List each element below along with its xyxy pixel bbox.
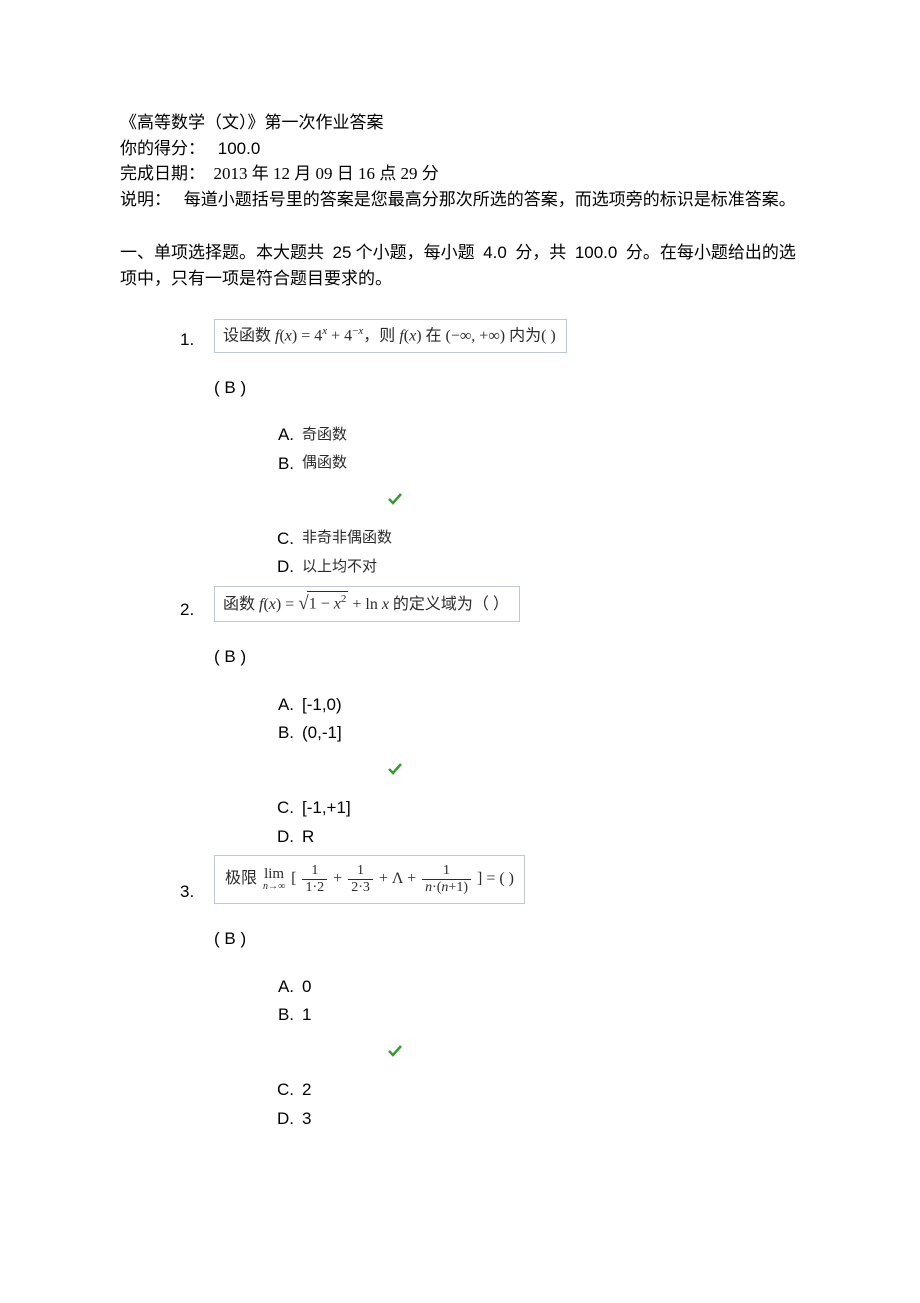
option-b: B. 1 <box>266 1002 800 1028</box>
option-d: D. R <box>266 824 800 850</box>
correct-marker <box>388 758 800 784</box>
completion-line: 完成日期： 2013 年 12 月 09 日 16 点 29 分 <box>120 161 800 187</box>
note-label: 说明： <box>120 190 171 209</box>
option-letter: D. <box>266 554 294 580</box>
option-d: D. 3 <box>266 1106 800 1132</box>
score-line: 你的得分： 100.0 <box>120 136 800 162</box>
question-2: 2. 函数 f(x) = √1 − x2 + ln x 的定义域为（ ） ( B… <box>180 586 800 850</box>
score-value: 100.0 <box>218 139 261 158</box>
doc-title: 《高等数学（文）》第一次作业答案 <box>120 110 800 136</box>
option-letter: A. <box>266 422 294 448</box>
option-text: 1 <box>302 1002 311 1028</box>
option-letter: D. <box>266 824 294 850</box>
option-text: R <box>302 824 314 850</box>
option-text: 0 <box>302 974 311 1000</box>
question-3: 3. 极限 limn→∞ [ 11·2 + 12·3 + Λ + 1n·(n+1… <box>180 855 800 1131</box>
question-stem-image: 函数 f(x) = √1 − x2 + ln x 的定义域为（ ） <box>214 586 520 623</box>
options-list: A. 0 B. 1 C. 2 D. 3 <box>266 974 800 1132</box>
option-text: (0,-1] <box>302 720 342 746</box>
option-text: [-1,+1] <box>302 795 351 821</box>
correct-marker <box>388 488 800 514</box>
correct-marker <box>388 1040 800 1066</box>
option-c: C. 2 <box>266 1077 800 1103</box>
stem-suffix: 的定义域为（ ） <box>389 596 509 613</box>
option-letter: C. <box>266 526 294 552</box>
options-list: A. [-1,0) B. (0,-1] C. [-1,+1] D. R <box>266 692 800 850</box>
page: 《高等数学（文）》第一次作业答案 你的得分： 100.0 完成日期： 2013 … <box>0 0 920 1303</box>
option-b: B. (0,-1] <box>266 720 800 746</box>
option-letter: B. <box>266 451 294 477</box>
option-letter: A. <box>266 692 294 718</box>
option-c: C. [-1,+1] <box>266 795 800 821</box>
option-letter: B. <box>266 720 294 746</box>
section-points-each: 4.0 <box>483 243 507 262</box>
section-text-c: 分，共 <box>515 243 566 262</box>
section-text-a: 一、单项选择题。本大题共 <box>120 243 324 262</box>
section-text-b: 个小题，每小题 <box>356 243 475 262</box>
option-text: 奇函数 <box>302 424 347 447</box>
section-heading: 一、单项选择题。本大题共 25 个小题，每小题 4.0 分，共 100.0 分。… <box>120 240 800 291</box>
option-text: 2 <box>302 1077 311 1103</box>
selected-answer: ( B ) <box>214 644 800 670</box>
question-number: 3. <box>180 879 214 905</box>
question-number: 1. <box>180 327 214 353</box>
option-text: [-1,0) <box>302 692 342 718</box>
question-1: 1. 设函数 f(x) = 4x + 4−x，则 f(x) 在 (−∞, +∞)… <box>180 319 800 580</box>
check-icon <box>388 1044 402 1058</box>
option-letter: C. <box>266 795 294 821</box>
note-text: 每道小题括号里的答案是您最高分那次所选的答案，而选项旁的标识是标准答案。 <box>184 190 796 209</box>
option-d: D. 以上均不对 <box>266 554 800 580</box>
question-number: 2. <box>180 597 214 623</box>
option-a: A. 0 <box>266 974 800 1000</box>
option-text: 非奇非偶函数 <box>302 527 392 550</box>
option-letter: D. <box>266 1106 294 1132</box>
completion-value: 2013 年 12 月 09 日 16 点 29 分 <box>214 164 439 183</box>
option-b: B. 偶函数 <box>266 451 800 477</box>
stem-suffix: = ( ) <box>482 870 514 887</box>
check-icon <box>388 492 402 506</box>
selected-answer: ( B ) <box>214 375 800 401</box>
option-letter: C. <box>266 1077 294 1103</box>
check-icon <box>388 762 402 776</box>
option-c: C. 非奇非偶函数 <box>266 526 800 552</box>
stem-prefix: 极限 <box>225 870 261 887</box>
stem-prefix: 设函数 <box>223 327 275 344</box>
section-count: 25 <box>333 243 352 262</box>
question-stem-image: 极限 limn→∞ [ 11·2 + 12·3 + Λ + 1n·(n+1) ]… <box>214 855 525 904</box>
completion-label: 完成日期： <box>120 164 205 183</box>
score-label: 你的得分： <box>120 139 205 158</box>
question-stem-image: 设函数 f(x) = 4x + 4−x，则 f(x) 在 (−∞, +∞) 内为… <box>214 319 567 353</box>
option-text: 偶函数 <box>302 452 347 475</box>
option-text: 以上均不对 <box>302 556 377 579</box>
selected-answer: ( B ) <box>214 926 800 952</box>
option-text: 3 <box>302 1106 311 1132</box>
option-a: A. [-1,0) <box>266 692 800 718</box>
stem-prefix: 函数 <box>223 596 259 613</box>
option-letter: B. <box>266 1002 294 1028</box>
option-a: A. 奇函数 <box>266 422 800 448</box>
note-line: 说明： 每道小题括号里的答案是您最高分那次所选的答案，而选项旁的标识是标准答案。 <box>120 187 800 213</box>
stem-suffix: 内为( ) <box>505 327 556 344</box>
option-letter: A. <box>266 974 294 1000</box>
options-list: A. 奇函数 B. 偶函数 C. 非奇非偶函数 D. 以上均不对 <box>266 422 800 580</box>
section-points-total: 100.0 <box>575 243 618 262</box>
